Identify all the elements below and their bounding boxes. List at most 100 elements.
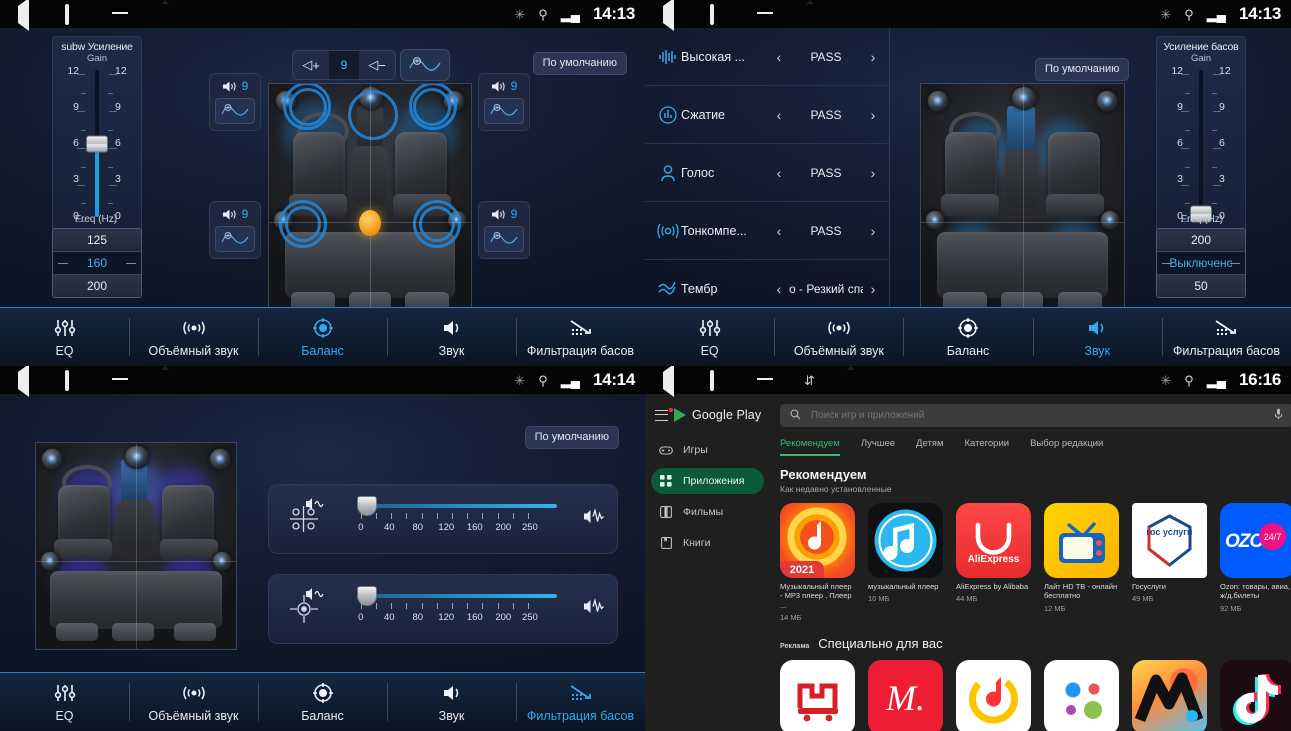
tab-balance[interactable]: Баланс [258, 673, 387, 731]
volume-up-button[interactable]: ◁ + [293, 51, 329, 79]
gain-track[interactable] [86, 70, 108, 217]
bass-filter-slider-card-2[interactable]: 0 40 80 120 160 200 250 [268, 574, 618, 644]
speaker-front-right[interactable]: 9 [478, 73, 530, 131]
eq-curve-button[interactable] [400, 49, 450, 81]
tab-eq[interactable]: EQ [0, 308, 129, 366]
tab-bass-filter[interactable]: Фильтрация басов [1161, 308, 1291, 366]
gain-knob[interactable] [86, 135, 108, 152]
recents-menu-icon[interactable] [112, 6, 129, 23]
tab-balance[interactable]: Баланс [258, 308, 387, 366]
status-bar: ✳ ⚲ ▂▄ 14:13 [645, 0, 1291, 31]
gain-ticks-left: 12 9 6 3 0 [59, 66, 79, 221]
screenshot-icon[interactable] [845, 372, 862, 389]
bass-filter-slider-2[interactable]: 0 40 80 120 160 200 250 [306, 586, 617, 624]
tab-bass-filter[interactable]: Фильтрация басов [516, 308, 645, 366]
app-tile[interactable] [1044, 660, 1119, 731]
default-button[interactable]: По умолчанию [1035, 58, 1130, 81]
bass-filter-slider-1[interactable]: 0 40 80 120 160 200 250 [306, 496, 617, 534]
eq-curve-button[interactable] [484, 226, 524, 252]
car-bass-diagram[interactable] [35, 442, 237, 650]
sidebar-item-books[interactable]: Книги [651, 530, 764, 556]
freq-option[interactable]: 200 [53, 275, 141, 297]
tab-surround[interactable]: Объёмный звук [129, 308, 258, 366]
bass-freq-selector[interactable]: 200 Выключенс 50 [1156, 228, 1246, 298]
subw-gain-slider[interactable]: 12 9 6 3 0 12 9 6 3 0 [53, 66, 141, 222]
tab-sound[interactable]: Звук [1032, 308, 1162, 366]
home-icon[interactable] [65, 3, 82, 25]
tab-surround[interactable]: Объёмный звук [774, 308, 903, 366]
back-icon[interactable] [18, 366, 35, 397]
app-tile[interactable]: гос услуги Госуслуги 49 МБ [1132, 503, 1207, 622]
freq-option[interactable]: 125 [53, 229, 141, 252]
tab-recommended[interactable]: Рекомендуем [780, 438, 840, 456]
volume-stepper[interactable]: ◁ + 9 ◁ − [292, 50, 396, 80]
tab-surround[interactable]: Объёмный звук [129, 673, 258, 731]
sidebar-item-games[interactable]: Игры [651, 437, 764, 463]
app-tile[interactable] [1220, 660, 1291, 731]
freq-selector[interactable]: 125 160 200 [52, 228, 142, 298]
tab-eq[interactable]: EQ [0, 673, 129, 731]
tab-balance[interactable]: Баланс [903, 308, 1032, 366]
eq-curve-button[interactable] [215, 98, 255, 124]
sidebar-item-apps[interactable]: Приложения [651, 468, 764, 494]
slider-track[interactable] [357, 496, 557, 516]
tab-categories[interactable]: Категории [964, 438, 1009, 456]
tab-editors-choice[interactable]: Выбор редакции [1030, 438, 1103, 456]
default-button[interactable]: По умолчанию [532, 52, 627, 75]
balance-position-marker[interactable] [359, 210, 381, 236]
eq-curve-button[interactable] [215, 226, 255, 252]
microphone-icon[interactable] [1274, 407, 1283, 425]
screenshot-icon[interactable] [159, 6, 176, 23]
screenshot-icon[interactable] [804, 6, 821, 23]
home-icon[interactable] [710, 3, 727, 25]
app-name: AliExpress by Alibaba [956, 582, 1029, 591]
app-tile[interactable]: Лайт HD ТВ - онлайн бесплатно 12 МБ [1044, 503, 1119, 622]
tab-bass-filter[interactable]: Фильтрация басов [516, 673, 645, 731]
screenshot-grid: ✳ ⚲ ▂▄ 14:13 subw Усиление Gain 12 9 6 3… [0, 0, 1291, 731]
hamburger-menu-icon[interactable] [655, 407, 673, 421]
recents-menu-icon[interactable] [757, 6, 774, 23]
car-sound-diagram[interactable] [920, 83, 1125, 323]
back-icon[interactable] [18, 0, 35, 31]
search-input[interactable] [809, 409, 1266, 422]
home-icon[interactable] [65, 369, 82, 391]
freq-option[interactable]: 50 [1157, 275, 1245, 297]
back-icon[interactable] [663, 0, 680, 31]
play-brand[interactable]: Google Play [645, 402, 770, 432]
screenshot-icon[interactable] [159, 372, 176, 389]
app-tile[interactable] [956, 660, 1031, 731]
volume-down-button[interactable]: ◁ − [359, 51, 395, 79]
back-icon[interactable] [663, 366, 680, 397]
bass-gain-slider[interactable]: 12 9 6 3 0 12 9 6 3 0 [1157, 66, 1245, 223]
app-size: 49 МБ [1132, 594, 1154, 604]
speaker-front-left[interactable]: 9 [209, 73, 261, 131]
speaker-rear-left[interactable]: 9 [209, 201, 261, 259]
app-tile[interactable]: OZON 24/7 Ozon: товары, авиа, ж/д.билеты… [1220, 503, 1291, 622]
search-bar[interactable] [780, 404, 1291, 427]
app-tile[interactable]: М. [868, 660, 943, 731]
app-tile[interactable] [780, 660, 855, 731]
sidebar-item-movies[interactable]: Фильмы [651, 499, 764, 525]
tab-sound[interactable]: Звук [387, 308, 516, 366]
freq-option-selected[interactable]: 160 [53, 252, 141, 275]
eq-curve-button[interactable] [484, 98, 524, 124]
tab-eq[interactable]: EQ [645, 308, 774, 366]
slider-track[interactable] [357, 586, 557, 606]
tab-top[interactable]: Лучшее [861, 438, 895, 456]
speaker-rear-right[interactable]: 9 [478, 201, 530, 259]
default-button[interactable]: По умолчанию [524, 426, 619, 449]
home-icon[interactable] [710, 369, 727, 391]
freq-option[interactable]: 200 [1157, 229, 1245, 252]
tab-sound[interactable]: Звук [387, 673, 516, 731]
freq-option-selected[interactable]: Выключенс [1157, 252, 1245, 275]
car-balance-diagram[interactable] [268, 83, 472, 323]
app-tile[interactable]: 2021 Музыкальный плеер - MP3 плеер , Пле… [780, 503, 855, 622]
app-tile[interactable] [1132, 660, 1207, 731]
bass-filter-slider-card-1[interactable]: 0 40 80 120 160 200 250 [268, 484, 618, 554]
app-tile[interactable]: AliExpress AliExpress by Alibaba 44 МБ [956, 503, 1031, 622]
app-tile[interactable]: музыкальный плеер 10 МБ [868, 503, 943, 622]
recents-menu-icon[interactable] [757, 372, 774, 389]
recents-menu-icon[interactable] [112, 372, 129, 389]
bass-gain-track[interactable] [1190, 70, 1212, 223]
tab-kids[interactable]: Детям [916, 438, 943, 456]
